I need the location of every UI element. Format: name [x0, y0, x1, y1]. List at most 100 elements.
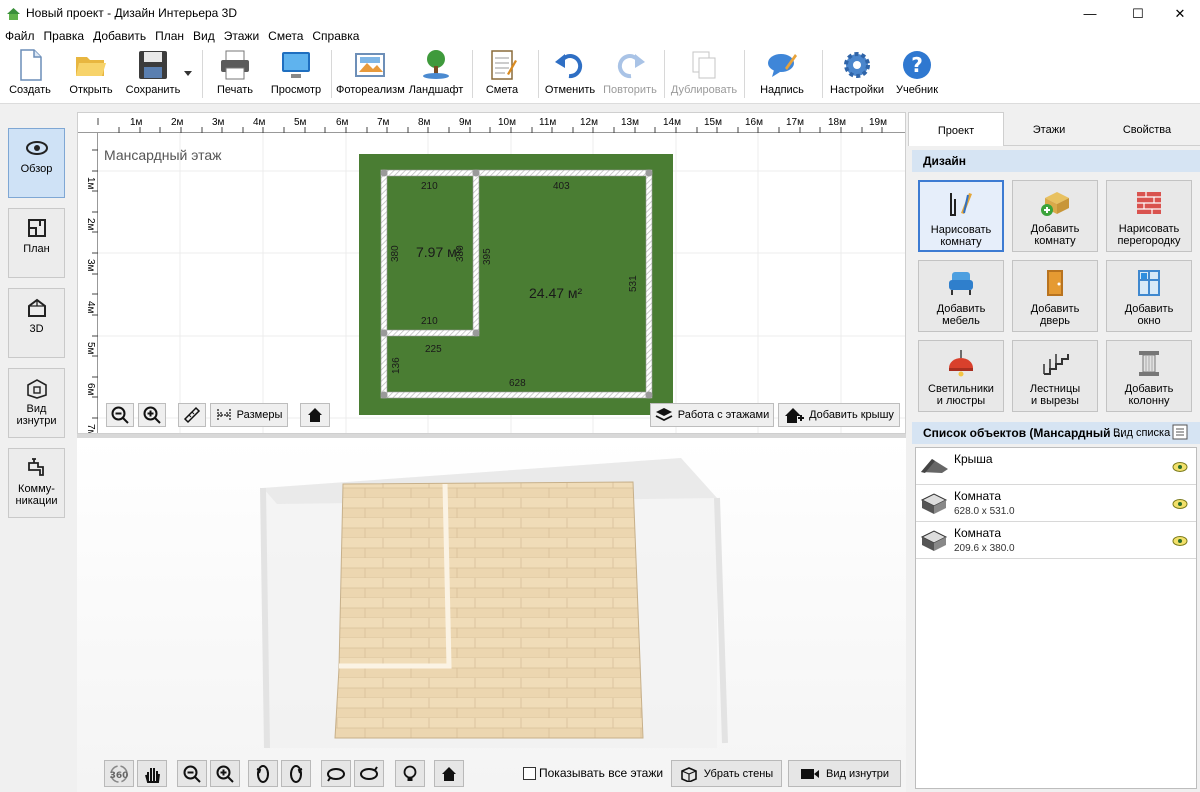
- menu-file[interactable]: Файл: [0, 27, 39, 43]
- caption-button[interactable]: Надпись: [758, 48, 806, 96]
- door-icon: [1047, 270, 1063, 296]
- dim-403: 403: [553, 181, 570, 192]
- 3d-view[interactable]: [77, 438, 906, 792]
- toolbar: Создать Открыть Сохранить Печать Просмот…: [0, 46, 1200, 104]
- object-name: Комната: [954, 489, 1001, 503]
- notepad-icon: [491, 50, 517, 80]
- tilt-down-button[interactable]: [354, 760, 384, 787]
- maximize-button[interactable]: ☐: [1115, 0, 1161, 27]
- window-title: Новый проект - Дизайн Интерьера 3D: [26, 6, 238, 20]
- list-item[interactable]: Крыша: [916, 448, 1196, 485]
- house-3d-icon: [27, 298, 46, 317]
- undo-button[interactable]: Отменить: [544, 48, 596, 96]
- add-room-button[interactable]: Добавить комнату: [1012, 180, 1098, 252]
- menu-plan[interactable]: План: [150, 27, 188, 43]
- rotate-right-button[interactable]: [281, 760, 311, 787]
- pan-button[interactable]: [137, 760, 167, 787]
- 3d-zoom-out-button[interactable]: [177, 760, 207, 787]
- floors-work-button[interactable]: Работа с этажами: [650, 403, 774, 427]
- lighting-button[interactable]: [395, 760, 425, 787]
- tutorial-button[interactable]: ? Учебник: [894, 48, 940, 96]
- right-panel: Проект Этажи Свойства Дизайн Нарисовать к…: [908, 112, 1200, 792]
- add-door-button[interactable]: Добавить дверь: [1012, 260, 1098, 332]
- draw-room-icon: [950, 193, 972, 216]
- gear-icon: [844, 52, 870, 78]
- tab-floors[interactable]: Этажи: [1004, 112, 1094, 146]
- floor-plan-view[interactable]: 1м 2м 3м 4м 5м 6м 7м 8м 9м 10м 11м 12м 1…: [77, 112, 906, 434]
- floppy-icon: [139, 51, 167, 79]
- photorealism-button[interactable]: Фотореализм: [336, 48, 405, 96]
- nav-overview[interactable]: Обзор: [8, 128, 65, 198]
- rotate-left-icon: [256, 764, 269, 783]
- close-button[interactable]: ✕: [1157, 0, 1200, 27]
- plan-home-button[interactable]: [300, 403, 330, 427]
- create-button[interactable]: Создать: [6, 48, 54, 96]
- list-item[interactable]: Комната 209.6 x 380.0: [916, 522, 1196, 559]
- menu-estimate[interactable]: Смета: [263, 27, 307, 43]
- undo-icon: [555, 54, 583, 79]
- dimensions-button[interactable]: Размеры: [210, 403, 288, 427]
- object-name: Комната: [954, 526, 1001, 540]
- 3d-scene: [260, 458, 728, 749]
- visibility-eye-icon[interactable]: [1172, 498, 1188, 510]
- draw-partition-button[interactable]: Нарисовать перегородку: [1106, 180, 1192, 252]
- hide-walls-button[interactable]: Убрать стены: [671, 760, 782, 787]
- save-dropdown-icon[interactable]: [184, 71, 192, 77]
- 3d-home-button[interactable]: [434, 760, 464, 787]
- tab-properties[interactable]: Свойства: [1094, 112, 1200, 146]
- dimensions-icon: [217, 409, 231, 421]
- printer-icon: [221, 50, 249, 80]
- ruler-tool-button[interactable]: [178, 403, 206, 427]
- add-window-button[interactable]: Добавить окно: [1106, 260, 1192, 332]
- wall-left: [380, 169, 388, 399]
- add-column-button[interactable]: Добавить колонну: [1106, 340, 1192, 412]
- room-plan[interactable]: 210 403 380 380 395 531 210 225 136 628 …: [359, 154, 673, 415]
- object-list[interactable]: Крыша Комната 628.0 x 531.0 Комната 209.…: [915, 447, 1197, 789]
- zoom-in-button[interactable]: [138, 403, 166, 427]
- rotate-360-button[interactable]: 360: [104, 760, 134, 787]
- menu-floors[interactable]: Этажи: [219, 27, 263, 43]
- show-all-floors-checkbox[interactable]: Показывать все этажи: [523, 766, 663, 780]
- settings-button[interactable]: Настройки: [830, 48, 884, 96]
- menu-view[interactable]: Вид: [188, 27, 219, 43]
- estimate-button[interactable]: Смета: [482, 48, 522, 96]
- nav-inside-view[interactable]: Вид изнутри: [8, 368, 65, 438]
- nav-3d[interactable]: 3D: [8, 288, 65, 358]
- add-lights-button[interactable]: Светильники и люстры: [918, 340, 1004, 412]
- nav-plan[interactable]: План: [8, 208, 65, 278]
- checkbox-box[interactable]: [523, 766, 536, 780]
- zoom-out-icon: [111, 406, 129, 424]
- rotate-left-button[interactable]: [248, 760, 278, 787]
- tilt-up-button[interactable]: [321, 760, 351, 787]
- menu-edit[interactable]: Правка: [39, 27, 89, 43]
- minimize-button[interactable]: —: [1067, 0, 1113, 27]
- menu-add[interactable]: Добавить: [88, 27, 150, 43]
- list-view-label[interactable]: Вид списка: [1113, 427, 1170, 439]
- draw-room-button[interactable]: Нарисовать комнату: [918, 180, 1004, 252]
- tab-project[interactable]: Проект: [908, 112, 1004, 146]
- nav-communications[interactable]: Комму-никации: [8, 448, 65, 518]
- redo-button[interactable]: Повторить: [602, 48, 658, 96]
- add-roof-button[interactable]: Добавить крышу: [778, 403, 900, 427]
- duplicate-button[interactable]: Дублировать: [670, 48, 738, 96]
- list-view-icon[interactable]: [1172, 424, 1188, 440]
- svg-text:360: 360: [110, 771, 129, 781]
- ruler-y-2: 2м: [85, 218, 96, 231]
- list-item[interactable]: Комната 628.0 x 531.0: [916, 485, 1196, 522]
- dim-210-bottom: 210: [421, 316, 438, 327]
- add-furniture-button[interactable]: Добавить мебель: [918, 260, 1004, 332]
- visibility-eye-icon[interactable]: [1172, 461, 1188, 473]
- object-size: 628.0 x 531.0: [954, 506, 1015, 517]
- wall-right: [645, 169, 653, 399]
- print-button[interactable]: Печать: [212, 48, 258, 96]
- open-button[interactable]: Открыть: [66, 48, 116, 96]
- menu-help[interactable]: Справка: [307, 27, 363, 43]
- preview-button[interactable]: Просмотр: [270, 48, 322, 96]
- inside-view-button[interactable]: Вид изнутри: [788, 760, 901, 787]
- zoom-out-button[interactable]: [106, 403, 134, 427]
- 3d-zoom-in-button[interactable]: [210, 760, 240, 787]
- save-button[interactable]: Сохранить: [124, 48, 182, 96]
- landscape-button[interactable]: Ландшафт: [408, 48, 464, 96]
- visibility-eye-icon[interactable]: [1172, 535, 1188, 547]
- stairs-cutouts-button[interactable]: Лестницы и вырезы: [1012, 340, 1098, 412]
